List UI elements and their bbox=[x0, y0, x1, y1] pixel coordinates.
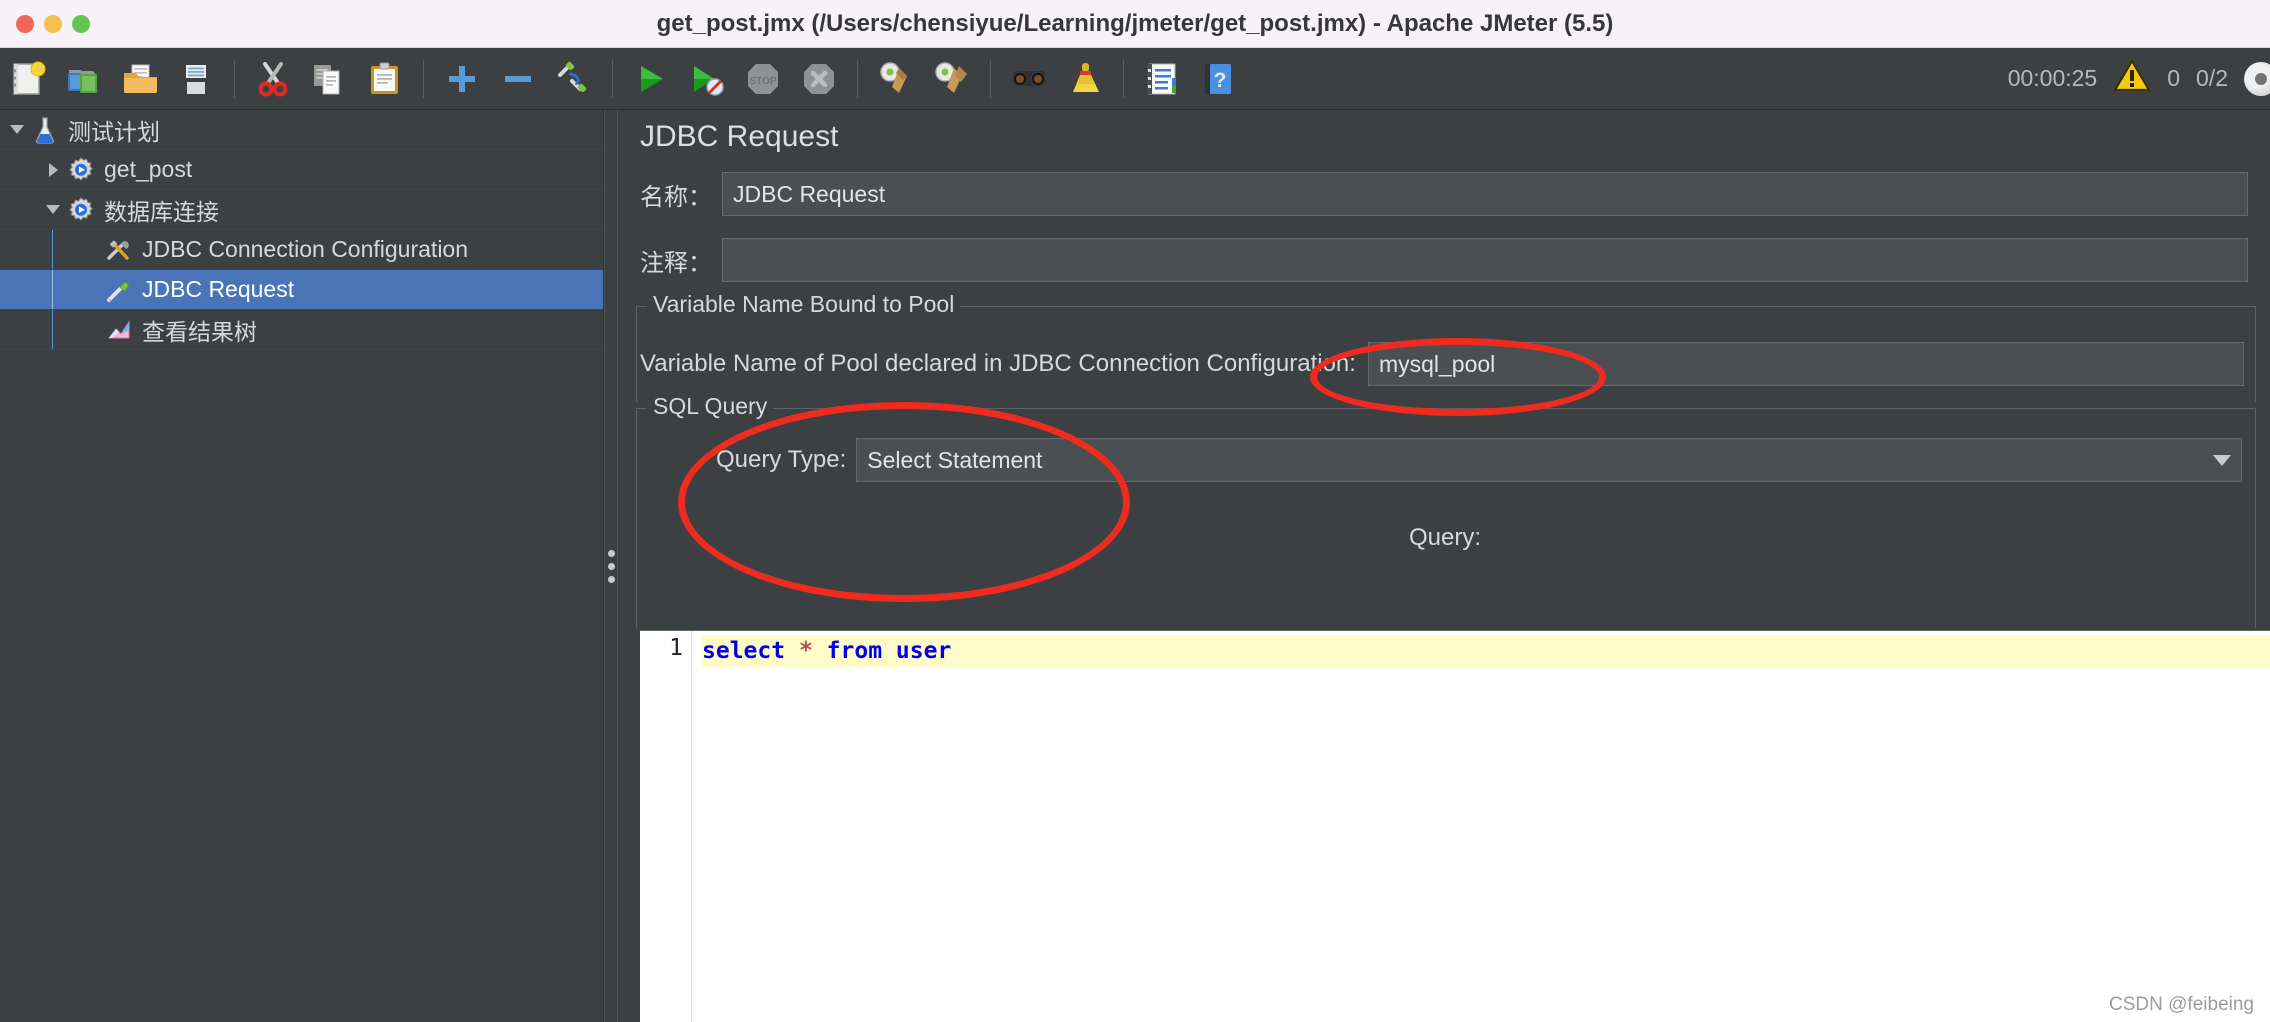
tree-indent-guide bbox=[52, 230, 53, 269]
name-row: 名称： JDBC Request bbox=[640, 172, 2248, 216]
tree-item-get-post[interactable]: get_post bbox=[0, 150, 603, 190]
chevron-down-icon[interactable] bbox=[2213, 454, 2231, 466]
templates-icon[interactable] bbox=[58, 54, 110, 104]
gear-icon[interactable] bbox=[2244, 61, 2270, 96]
toolbar: STOP ? 00:00:25 0 0/2 bbox=[0, 48, 2270, 110]
tree-indent-guide bbox=[52, 310, 53, 349]
test-plan-flask-icon bbox=[30, 115, 60, 145]
name-input[interactable]: JDBC Request bbox=[722, 172, 2248, 216]
sql-group-title: SQL Query bbox=[647, 393, 774, 420]
tree-item-jdbc-request[interactable]: JDBC Request bbox=[0, 270, 603, 310]
save-icon[interactable] bbox=[170, 54, 222, 104]
toolbar-separator bbox=[1123, 59, 1124, 98]
copy-icon[interactable] bbox=[303, 54, 355, 104]
test-plan-tree[interactable]: 测试计划 get_post 数据库连接 JDBC Connection Conf… bbox=[0, 110, 604, 1022]
tree-item-label: 查看结果树 bbox=[142, 318, 257, 345]
query-type-label: Query Type: bbox=[716, 446, 847, 473]
toolbar-separator bbox=[857, 59, 858, 98]
tree-item-test-plan[interactable]: 测试计划 bbox=[0, 110, 603, 150]
window-controls[interactable] bbox=[16, 0, 90, 48]
start-no-pauses-icon[interactable] bbox=[681, 54, 733, 104]
toolbar-separator bbox=[423, 59, 424, 98]
clear-all-icon[interactable] bbox=[926, 54, 978, 104]
view-results-tree-icon bbox=[104, 315, 134, 345]
stop-icon[interactable]: STOP bbox=[737, 54, 789, 104]
tree-item-jdbc-connection-configuration[interactable]: JDBC Connection Configuration bbox=[0, 230, 603, 270]
tree-indent-guide bbox=[52, 270, 53, 309]
help-icon[interactable]: ? bbox=[1192, 54, 1244, 104]
query-type-selected-value: Select Statement bbox=[867, 446, 1043, 473]
tree-item-label: 数据库连接 bbox=[104, 198, 219, 225]
name-label: 名称： bbox=[640, 183, 712, 211]
start-icon[interactable] bbox=[625, 54, 677, 104]
jdbc-request-pipette-icon bbox=[104, 275, 134, 305]
sql-from-clause: from user bbox=[826, 638, 952, 664]
warning-triangle-icon[interactable] bbox=[2113, 59, 2151, 99]
warning-count: 0 bbox=[2167, 65, 2181, 91]
function-helper-icon[interactable] bbox=[1136, 54, 1188, 104]
watermark: CSDN @feibeing bbox=[2109, 994, 2254, 1015]
query-type-select[interactable]: Select Statement bbox=[856, 438, 2242, 482]
jdbc-request-panel: JDBC Request 名称： JDBC Request 注释： Variab… bbox=[618, 110, 2270, 1022]
thread-group-gear-icon bbox=[66, 195, 96, 225]
expand-all-icon[interactable] bbox=[436, 54, 488, 104]
svg-text:STOP: STOP bbox=[749, 76, 776, 87]
svg-text:?: ? bbox=[1214, 69, 1227, 92]
comments-input[interactable] bbox=[722, 238, 2248, 282]
clear-icon[interactable] bbox=[870, 54, 922, 104]
tree-toggle-collapsed-icon[interactable] bbox=[40, 150, 66, 190]
pool-group-title: Variable Name Bound to Pool bbox=[647, 291, 961, 318]
tree-item-database-connection[interactable]: 数据库连接 bbox=[0, 190, 603, 230]
active-threads-count: 0/2 bbox=[2196, 65, 2228, 91]
query-label: Query: bbox=[1408, 524, 1482, 551]
panel-splitter[interactable] bbox=[604, 110, 618, 1022]
tree-item-label: JDBC Request bbox=[142, 276, 295, 302]
sql-line-numbers: 1 bbox=[640, 631, 692, 1022]
tree-toggle-expanded-icon[interactable] bbox=[40, 190, 66, 230]
main-split: 测试计划 get_post 数据库连接 JDBC Connection Conf… bbox=[0, 110, 2270, 1022]
window-title: get_post.jmx (/Users/chensiyue/Learning/… bbox=[656, 9, 1614, 37]
elapsed-time: 00:00:25 bbox=[2007, 65, 2098, 91]
sql-line-number: 1 bbox=[669, 635, 683, 661]
comments-label: 注释： bbox=[640, 249, 712, 277]
shutdown-icon[interactable] bbox=[793, 54, 845, 104]
thread-group-gear-icon bbox=[66, 155, 96, 185]
maximize-window-button[interactable] bbox=[72, 15, 90, 33]
config-element-tools-icon bbox=[104, 235, 134, 265]
tree-item-label: JDBC Connection Configuration bbox=[142, 236, 469, 262]
sql-star-token: * bbox=[798, 638, 813, 664]
close-window-button[interactable] bbox=[16, 15, 34, 33]
search-icon[interactable] bbox=[1003, 54, 1055, 104]
page-title: JDBC Request bbox=[640, 120, 839, 153]
pool-row: Variable Name of Pool declared in JDBC C… bbox=[640, 342, 2260, 386]
query-type-row: Query Type: Select Statement bbox=[640, 438, 2250, 482]
reset-search-icon[interactable] bbox=[1059, 54, 1111, 104]
toolbar-separator bbox=[612, 59, 613, 98]
pool-variable-input[interactable]: mysql_pool bbox=[1367, 342, 2244, 386]
toggle-icon[interactable] bbox=[548, 54, 600, 104]
query-label-row: Query: bbox=[640, 524, 2250, 552]
toolbar-status-area: 00:00:25 0 0/2 bbox=[2008, 59, 2270, 99]
minimize-window-button[interactable] bbox=[44, 15, 62, 33]
pool-label: Variable Name of Pool declared in JDBC C… bbox=[640, 350, 1356, 377]
sql-keyword-select: select bbox=[702, 638, 786, 664]
tree-item-label: 测试计划 bbox=[68, 118, 160, 145]
new-test-plan-icon[interactable] bbox=[2, 54, 54, 104]
sql-query-editor[interactable]: 1 select * from user bbox=[640, 630, 2270, 1022]
cut-icon[interactable] bbox=[247, 54, 299, 104]
tree-item-view-results-tree[interactable]: 查看结果树 bbox=[0, 310, 603, 350]
tree-item-label: get_post bbox=[104, 156, 193, 182]
paste-icon[interactable] bbox=[359, 54, 411, 104]
toolbar-separator bbox=[234, 59, 235, 98]
open-icon[interactable] bbox=[114, 54, 166, 104]
title-bar: get_post.jmx (/Users/chensiyue/Learning/… bbox=[0, 0, 2270, 48]
collapse-all-icon[interactable] bbox=[492, 54, 544, 104]
tree-toggle-expanded-icon[interactable] bbox=[4, 110, 30, 150]
splitter-grip-icon[interactable] bbox=[607, 549, 615, 583]
sql-code-area[interactable]: select * from user bbox=[692, 631, 2270, 1022]
sql-code-line[interactable]: select * from user bbox=[702, 635, 2270, 667]
comments-row: 注释： bbox=[640, 238, 2248, 282]
toolbar-separator bbox=[990, 59, 991, 98]
